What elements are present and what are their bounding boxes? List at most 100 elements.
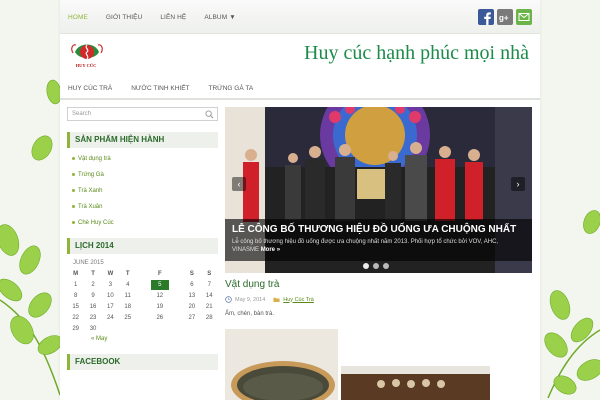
product-link[interactable]: Trứng Gà [67,167,218,183]
slide-more-link[interactable]: More » [261,247,280,253]
calendar-week: 29 30 [67,323,218,334]
calendar-day: 27 [188,314,196,321]
slider-next-arrow[interactable]: › [511,177,525,191]
bullet-icon [72,220,75,224]
calendar-weekday: S [189,270,194,277]
calendar-day: 21 [205,303,213,310]
bullet-icon [72,156,75,160]
folder-icon [273,297,280,302]
chevron-down-icon: ▼ [229,14,236,21]
email-button[interactable] [516,9,532,25]
calendar-day [201,323,218,334]
calendar-day: 3 [108,281,113,288]
category-menu-water[interactable]: NƯỚC TINH KHIẾT [131,85,189,92]
post-title[interactable]: Vật dụng trà [225,279,279,290]
facebook-icon [478,9,494,25]
product-link[interactable]: Trà Xanh [67,183,218,199]
slide-caption: LỄ CÔNG BỐ THƯƠNG HIỆU ĐỒ UỐNG ƯA CHUỘNG… [225,219,532,261]
facebook-button[interactable] [478,9,494,25]
slider-dot[interactable] [383,263,389,269]
slider-dot[interactable] [373,263,379,269]
calendar-day: 2 [91,281,95,288]
top-navigation: HOME GIỚI THIỆU LIÊN HỆ ALBUM ▼ g+ [60,0,540,34]
bullet-icon [72,172,75,176]
google-plus-button[interactable]: g+ [497,9,513,25]
product-list: Vật dụng trà Trứng Gà Trà Xanh Trà Xuân … [67,151,218,231]
calendar-day [183,323,200,334]
calendar-day: 19 [156,303,164,310]
search-placeholder: Search [72,111,92,117]
product-link[interactable]: Vật dụng trà [67,151,218,167]
bullet-icon [72,204,75,208]
post-excerpt: Ấm, chén, bàn trà. [225,311,275,317]
slide-description: Lễ công bố thương hiệu đồ uống được ưa c… [232,238,525,254]
google-plus-icon: g+ [497,9,513,25]
calendar-day: 14 [205,292,213,299]
product-link[interactable]: Chè Huy Cúc [67,215,218,231]
email-icon [516,9,532,25]
search-icon[interactable] [205,110,214,119]
product-link-label: Vật dụng trà [78,156,111,162]
top-menu-home[interactable]: HOME [68,14,88,21]
calendar-weekday: F [157,270,162,277]
calendar-prev-month-link[interactable]: « May [91,336,218,342]
calendar-day: 23 [89,314,97,321]
page-wrapper: HOME GIỚI THIỆU LIÊN HỆ ALBUM ▼ g+ HUY C… [60,0,540,400]
post-category-link[interactable]: Huy Cúc Trà [283,297,314,303]
site-title[interactable]: Huy cúc hạnh phúc mọi nhà [304,42,529,65]
top-menu-album-label: ALBUM [204,14,228,21]
calendar-weekday: M [73,270,79,277]
slider-pagination [363,263,393,269]
calendar-week: 15 16 17 18 19 20 21 [67,301,218,312]
calendar-day: 10 [107,292,114,299]
top-menu-contact[interactable]: LIÊN HỆ [160,14,186,21]
category-menu-eggs[interactable]: TRỨNG GÀ TA [209,85,254,92]
calendar-today: 5 [150,279,169,290]
facebook-widget-title: FACEBOOK [67,354,218,370]
calendar-day [102,323,119,334]
calendar-weekday: T [91,270,95,277]
calendar-week: 8 9 10 11 12 13 14 [67,290,218,301]
category-navigation: HUY CÚC TRÀ NƯỚC TINH KHIẾT TRỨNG GÀ TA [60,78,540,100]
post-meta: May 9, 2014 Huy Cúc Trà [225,296,314,303]
post-thumbnail-tea-set[interactable] [341,366,490,400]
calendar-day: 12 [156,292,164,299]
product-link[interactable]: Trà Xuân [67,199,218,215]
calendar-table: MTWTFSS 1 2 3 4 5 6 7 8 9 10 11 12 13 14 15 16 17 18 19 20 2… [67,268,218,334]
category-menu-tea[interactable]: HUY CÚC TRÀ [68,85,112,92]
slider-dot[interactable] [363,263,369,269]
clock-icon [225,296,232,303]
calendar-day: 4 [126,281,130,288]
calendar-day: 24 [107,314,114,321]
calendar-day: 26 [156,314,164,321]
calendar-week: 22 23 24 25 26 27 28 [67,312,218,323]
calendar-day: 13 [188,292,196,299]
post-thumbnail-tea-bowl[interactable] [225,329,338,400]
product-link-label: Chè Huy Cúc [78,220,114,226]
bullet-icon [72,188,75,192]
site-header: HUY CÚC Huy cúc hạnh phúc mọi nhà [60,34,540,76]
search-input[interactable]: Search [67,107,218,121]
featured-slider[interactable]: ‹ › LỄ CÔNG BỐ THƯƠNG HIỆU ĐỒ UỐNG ƯA CH… [225,107,532,273]
calendar-widget-title: LỊCH 2014 [67,238,218,254]
sidebar: Search SẢN PHẨM HIỆN HÀNH Vật dụng trà T… [67,107,218,370]
product-link-label: Trứng Gà [78,172,104,178]
calendar-day: 18 [124,303,132,310]
calendar-day: 9 [91,292,95,299]
top-menu: HOME GIỚI THIỆU LIÊN HỆ ALBUM ▼ [68,14,254,21]
slide-title[interactable]: LỄ CÔNG BỐ THƯƠNG HIỆU ĐỒ UỐNG ƯA CHUỘNG… [232,224,525,235]
calendar-weekday: T [125,270,130,277]
calendar-day: 25 [124,314,132,321]
slider-prev-arrow[interactable]: ‹ [232,177,246,191]
post-date: May 9, 2014 [235,296,266,303]
top-menu-album[interactable]: ALBUM ▼ [204,14,235,21]
svg-text:g+: g+ [499,14,509,23]
calendar-day: 22 [72,314,80,321]
huy-cuc-logo[interactable] [67,38,107,74]
calendar-caption: JUNE 2015 [73,260,104,266]
calendar-weekday: W [107,270,114,277]
calendar-day: 17 [107,303,114,310]
calendar-day: 29 [72,325,80,332]
top-menu-about[interactable]: GIỚI THIỆU [106,14,142,21]
calendar-day: 1 [74,281,78,288]
